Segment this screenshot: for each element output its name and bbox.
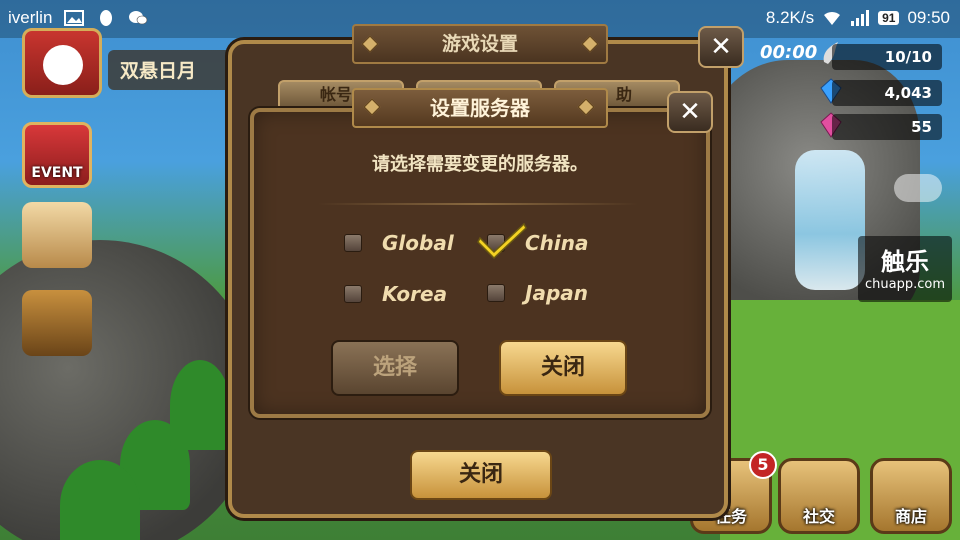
game-settings-close-button[interactable]: 关闭 [410,450,552,500]
shop-label: 商店 [894,507,927,526]
server-dialog-close-icon[interactable]: ✕ [667,91,713,133]
clock: 09:50 [907,8,950,27]
gamepad-icon[interactable] [892,168,944,208]
option-korea-label: Korea [382,282,448,306]
option-global-label: Global [382,231,454,255]
gem-value: 55 [832,114,942,140]
option-global[interactable]: Global [344,231,454,255]
quest-badge: 5 [749,451,777,479]
avatar-face-icon [43,45,83,85]
carrier-label: iverlin [8,8,53,27]
checkbox-korea[interactable] [344,285,362,303]
checkbox-japan[interactable] [487,284,505,302]
qq-icon [100,10,113,26]
shop-button[interactable]: 商店 [870,458,952,534]
wifi-icon [824,11,841,25]
event-button[interactable]: EVENT [22,122,92,188]
player-name: 双悬日月 [108,50,248,90]
quest-scroll-icon[interactable] [22,202,92,268]
image-icon [64,10,85,26]
social-label: 社交 [802,507,835,526]
select-button[interactable]: 选择 [331,340,459,396]
checkmark-icon [477,222,527,260]
treasure-chest-icon[interactable] [22,290,92,356]
timer: 00:00 [760,42,818,63]
server-prompt: 请选择需要变更的服务器。 [372,154,588,175]
event-label: EVENT [31,165,83,181]
server-dialog-title: 设置服务器 [352,88,608,128]
tree [170,360,230,450]
waterfall [795,150,865,290]
network-speed: 8.2K/s [765,8,815,27]
divider [318,203,638,205]
watermark-site: chuapp.com [865,277,945,292]
game-settings-close-icon[interactable]: ✕ [698,26,744,68]
stamina-value: 10/10 [832,44,942,70]
watermark-title: 触乐 [881,248,929,276]
game-settings-title: 游戏设置 [352,24,608,64]
social-button[interactable]: 社交 [778,458,860,534]
player-avatar[interactable] [22,28,102,98]
chuapp-watermark: 触乐 chuapp.com [858,236,952,302]
checkbox-global[interactable] [344,234,362,252]
option-japan-label: Japan [525,281,588,305]
crystal-value: 4,043 [832,80,942,106]
option-japan[interactable]: Japan [487,281,588,305]
wechat-icon [129,11,148,25]
signal-icon [851,10,870,26]
battery-indicator: 91 [878,11,900,25]
option-china-label: China [525,231,589,255]
tree [60,460,140,540]
close-button[interactable]: 关闭 [499,340,627,396]
option-korea[interactable]: Korea [344,282,447,306]
